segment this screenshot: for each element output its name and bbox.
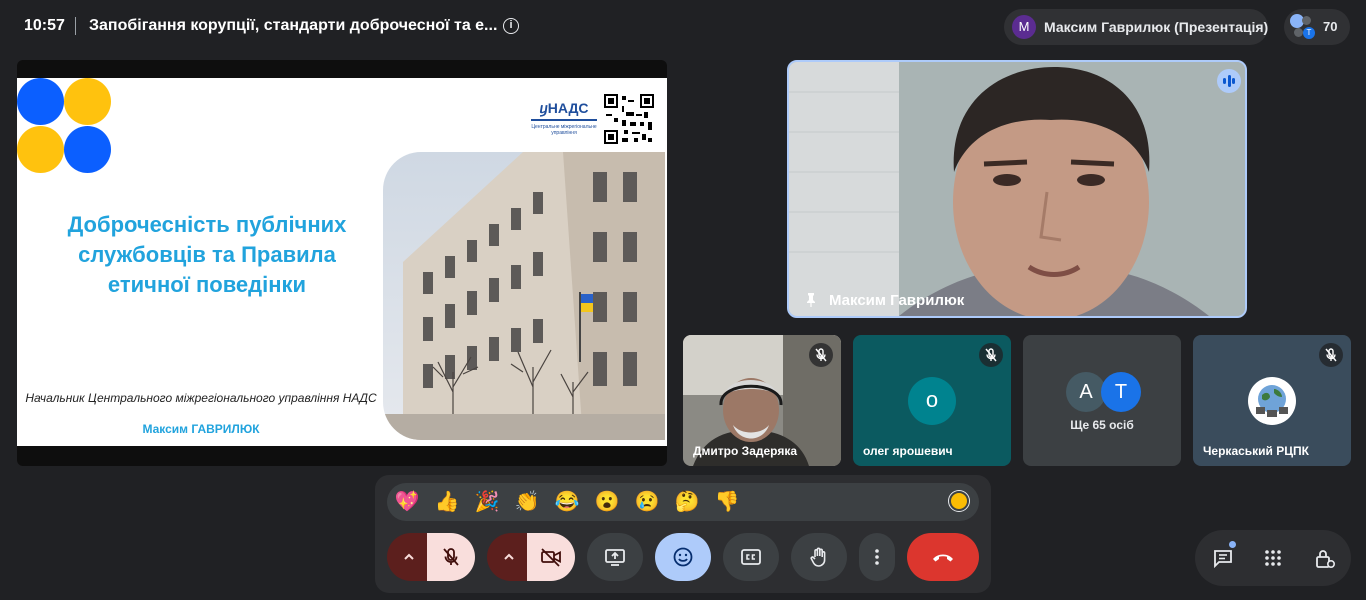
avatar: T [1101,372,1141,412]
camera-button[interactable] [527,533,575,581]
reaction-thumbs-down[interactable]: 👎 [713,489,741,515]
present-screen-icon [605,549,625,566]
camera-options-button[interactable] [487,533,531,581]
host-controls-icon[interactable] [1313,546,1337,570]
chat-icon[interactable] [1211,546,1235,570]
info-icon[interactable]: i [503,18,519,34]
mic-off-icon [443,548,459,566]
reaction-clap[interactable]: 👏 [513,489,541,515]
reaction-party[interactable]: 🎉 [473,489,501,515]
participant-avatars-icon: T [1290,14,1316,40]
mic-off-icon [809,343,833,367]
participant-name: Дмитро Задеряка [693,444,798,458]
participant-tile[interactable]: Черкаський РЦПК [1193,335,1351,466]
chevron-up-icon [504,553,514,560]
reaction-surprised[interactable]: 😮 [593,489,621,515]
participant-tile[interactable]: Дмитро Задеряка [683,335,841,466]
participant-name: Черкаський РЦПК [1203,444,1309,458]
clock: 10:57 [24,17,65,34]
speaker-name: Максим Гаврилюк [829,292,965,309]
speaking-icon [1217,69,1241,93]
decor-dot [64,78,111,125]
more-vert-icon [875,549,879,565]
decor-dot [64,126,111,173]
present-button[interactable] [587,533,643,581]
speaker-tile[interactable]: Максим Гаврилюк [787,60,1247,318]
reactions-button[interactable] [655,533,711,581]
captions-button[interactable] [723,533,779,581]
captions-icon [741,549,761,565]
activities-icon[interactable] [1261,546,1285,570]
more-options-button[interactable] [859,533,895,581]
presentation-slide: ⴘНАДС Центральне міжрегіональне управлін… [17,78,667,446]
participants-button[interactable]: T 70 [1284,9,1350,45]
slide-title: Доброчесність публічних службовців та Пр… [67,212,347,297]
slide-caption-name: Максим ГАВРИЛЮК [142,422,260,436]
reaction-thumbs-up[interactable]: 👍 [433,489,461,515]
pin-icon[interactable] [803,292,819,308]
more-participants-tile[interactable]: A T Ще 65 осіб [1023,335,1181,466]
decor-dot [17,126,64,173]
chevron-up-icon [404,553,414,560]
top-bar: 10:57 Запобігання корупції, стандарти до… [0,0,1366,54]
side-controls [1195,530,1351,586]
reaction-laugh[interactable]: 😂 [553,489,581,515]
reaction-sad[interactable]: 😢 [633,489,661,515]
slide-caption-position: Начальник Центрального міжрегіонального … [25,391,377,405]
mic-options-button[interactable] [387,533,431,581]
skin-tone-button[interactable] [949,491,969,511]
presenter-chip[interactable]: M Максим Гаврилюк (Презентація) [1004,9,1268,45]
building-photo [383,152,665,440]
nads-logo: ⴘНАДС Центральне міжрегіональне управлін… [531,100,597,136]
qr-code-icon [604,94,654,144]
emoji-icon [673,547,693,567]
unread-dot [1229,541,1236,548]
participant-tile[interactable]: о олег ярошевич [853,335,1011,466]
meeting-title: Запобігання корупції, стандарти доброчес… [89,17,498,34]
avatar: о [908,377,956,425]
decor-dot [17,78,64,125]
camera-off-icon [541,548,561,567]
avatar: A [1066,372,1106,412]
participant-count: 70 [1323,19,1338,34]
avatar-globe-icon [1248,377,1296,425]
mic-off-icon [1319,343,1343,367]
reaction-heart[interactable]: 💖 [393,489,421,515]
speaker-video [789,62,1245,316]
presentation-tile[interactable]: ⴘНАДС Центральне міжрегіональне управлін… [17,60,667,466]
raise-hand-button[interactable] [791,533,847,581]
mic-off-icon [979,343,1003,367]
divider [75,17,76,35]
hand-icon [810,547,826,567]
presenter-label: Максим Гаврилюк (Презентація) [1044,19,1269,35]
reaction-bar: 💖 👍 🎉 👏 😂 😮 😢 🤔 👎 [387,483,979,521]
microphone-button[interactable] [427,533,475,581]
phone-hangup-icon [933,554,953,562]
more-participants-label: Ще 65 осіб [1070,418,1134,432]
participant-name: олег ярошевич [863,444,953,458]
leave-call-button[interactable] [907,533,979,581]
reaction-thinking[interactable]: 🤔 [673,489,701,515]
presenter-avatar: M [1012,15,1036,39]
